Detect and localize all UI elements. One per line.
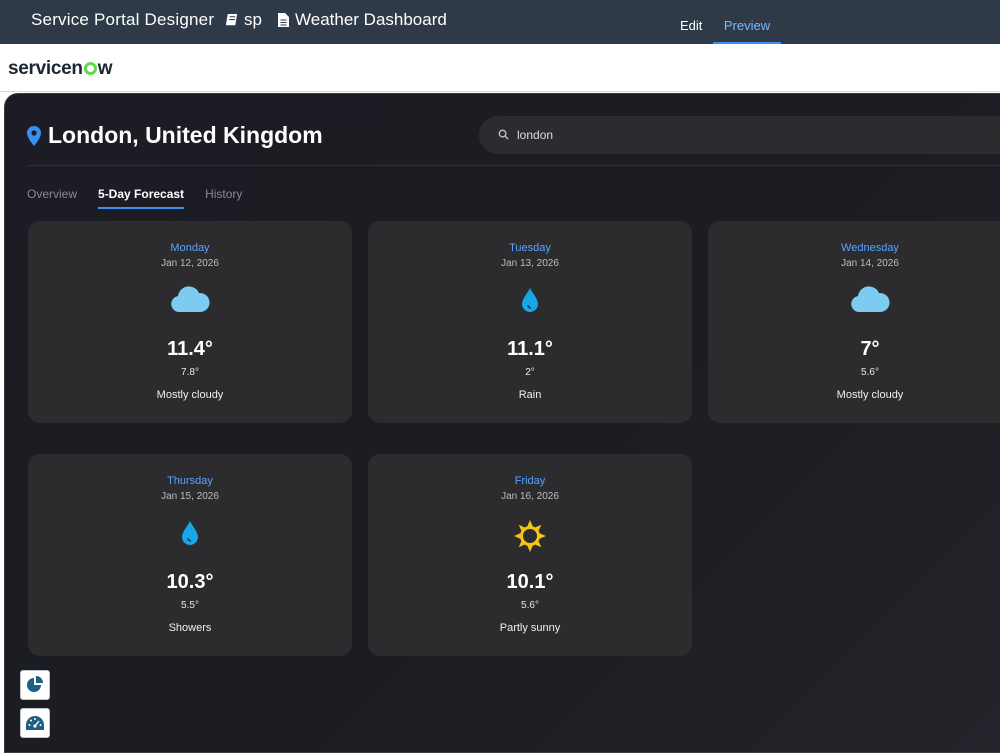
cloud-icon xyxy=(171,286,210,312)
forecast-high: 10.3° xyxy=(166,571,214,593)
cloud-icon xyxy=(851,286,890,312)
forecast-date: Jan 12, 2026 xyxy=(161,258,219,269)
forecast-date: Jan 13, 2026 xyxy=(501,258,559,269)
designer-top-bar: Service Portal Designer sp Weather Dashb… xyxy=(0,0,1000,44)
location-search[interactable] xyxy=(479,116,1000,154)
forecast-condition: Rain xyxy=(518,389,542,401)
forecast-condition: Partly sunny xyxy=(499,622,561,634)
forecast-date: Jan 14, 2026 xyxy=(841,258,899,269)
tab-5-day-forecast[interactable]: 5-Day Forecast xyxy=(98,187,185,209)
forecast-low: 5.6° xyxy=(521,600,539,611)
forecast-condition: Mostly cloudy xyxy=(156,389,224,401)
location-heading: London, United Kingdom xyxy=(27,122,323,149)
forecast-date: Jan 15, 2026 xyxy=(161,491,219,502)
forecast-high: 7° xyxy=(860,338,880,360)
search-input[interactable] xyxy=(517,124,917,146)
forecast-day: Tuesday xyxy=(509,242,551,254)
forecast-card-wednesday[interactable]: Wednesday Jan 14, 2026 7° 5.6° Mostly cl… xyxy=(708,221,1000,423)
breadcrumb-portal-label: sp xyxy=(244,10,262,29)
forecast-low: 5.5° xyxy=(181,600,199,611)
view-tabs: Overview 5-Day Forecast History xyxy=(27,187,263,209)
forecast-high: 10.1° xyxy=(506,571,554,593)
forecast-low: 5.6° xyxy=(861,367,879,378)
tab-overview[interactable]: Overview xyxy=(27,187,77,209)
designer-title: Service Portal Designer xyxy=(31,10,215,29)
forecast-low: 7.8° xyxy=(181,367,199,378)
servicenow-logo[interactable]: servicen w xyxy=(8,58,113,80)
tab-history[interactable]: History xyxy=(205,187,242,209)
forecast-day: Friday xyxy=(514,475,546,487)
raindrop-icon xyxy=(522,288,538,312)
raindrop-icon xyxy=(182,521,198,545)
pie-chart-icon xyxy=(27,676,43,692)
forecast-day: Monday xyxy=(170,242,210,254)
forecast-date: Jan 16, 2026 xyxy=(501,491,559,502)
forecast-card-monday[interactable]: Monday Jan 12, 2026 11.4° 7.8° Mostly cl… xyxy=(28,221,352,423)
dashboard-button[interactable] xyxy=(20,708,50,738)
brand-header: servicen w xyxy=(0,44,1000,92)
header-divider xyxy=(27,165,1000,166)
forecast-card-friday[interactable]: Friday Jan 16, 2026 10.1° 5.6° Partly su… xyxy=(368,454,692,656)
weather-dashboard: London, United Kingdom Overview 5-Day Fo… xyxy=(4,93,1000,753)
forecast-high: 11.4° xyxy=(167,338,213,360)
search-icon xyxy=(498,129,509,140)
forecast-day: Thursday xyxy=(167,475,213,487)
forecast-card-thursday[interactable]: Thursday Jan 15, 2026 10.3° 5.5° Showers xyxy=(28,454,352,656)
breadcrumb-page-label: Weather Dashboard xyxy=(295,10,447,29)
tab-edit[interactable]: Edit xyxy=(680,18,702,33)
forecast-card-tuesday[interactable]: Tuesday Jan 13, 2026 11.1° 2° Rain xyxy=(368,221,692,423)
document-icon xyxy=(278,13,289,27)
tab-preview[interactable]: Preview xyxy=(713,0,781,44)
location-name: London, United Kingdom xyxy=(48,122,323,148)
breadcrumb-portal[interactable]: sp xyxy=(224,10,262,30)
analytics-button[interactable] xyxy=(20,670,50,700)
forecast-low: 2° xyxy=(525,367,535,378)
forecast-high: 11.1° xyxy=(507,338,553,360)
forecast-condition: Showers xyxy=(168,622,212,634)
sun-icon xyxy=(514,520,546,552)
forecast-condition: Mostly cloudy xyxy=(836,389,904,401)
breadcrumb-page[interactable]: Weather Dashboard xyxy=(277,10,447,30)
forecast-day: Wednesday xyxy=(841,242,899,254)
dashboard-gauge-icon xyxy=(26,716,44,730)
book-icon xyxy=(225,13,238,27)
map-pin-icon xyxy=(27,125,41,146)
